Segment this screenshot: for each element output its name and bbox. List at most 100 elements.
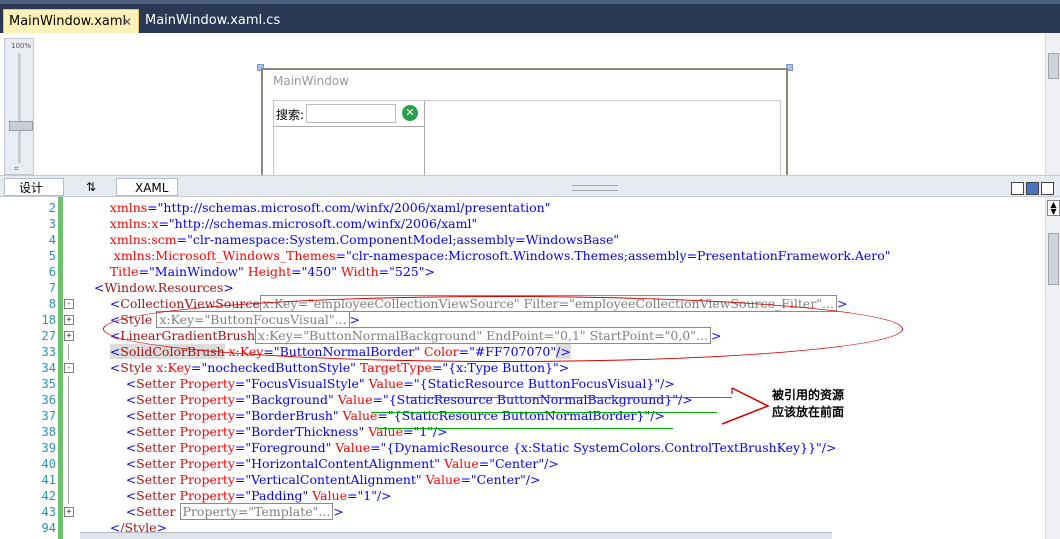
scrollbar-thumb[interactable]	[1048, 233, 1059, 285]
annotation-line-2: 应该放在前面	[772, 405, 845, 419]
tab-label: XAML	[135, 181, 169, 195]
outline-row	[64, 376, 78, 392]
expand-icon[interactable]: +	[64, 331, 74, 341]
code-line-2: xmlns="http://schemas.microsoft.com/winf…	[109, 200, 551, 215]
outline-row	[64, 216, 78, 232]
designer-vertical-scrollbar[interactable]	[1045, 33, 1060, 175]
outline-row	[64, 456, 78, 472]
line-number: 2	[48, 201, 56, 215]
collapse-icon[interactable]: -	[64, 299, 74, 309]
outline-row	[64, 248, 78, 264]
outline-row: -	[64, 296, 78, 312]
expand-icon[interactable]: +	[64, 507, 74, 517]
line-number: 35	[41, 377, 56, 391]
line-number: 8	[48, 297, 56, 311]
outline-row	[64, 232, 78, 248]
design-surface[interactable]: 100% ⌗ MainWindow 搜索: ✕	[0, 33, 1060, 175]
splitter-grip[interactable]	[572, 185, 618, 191]
zoom-level: 100%	[11, 42, 32, 50]
outline-row	[64, 408, 78, 424]
swap-panes-icon[interactable]: ⇅	[80, 178, 102, 196]
clear-icon[interactable]: ✕	[402, 105, 418, 121]
search-input[interactable]	[306, 104, 396, 123]
line-number: 94	[41, 521, 56, 535]
outline-row	[64, 264, 78, 280]
line-number-gutter: 2 3 4 5 6 7 8 18 27 33 34 35 36 37 38 39 40 41 42 43 94	[20, 200, 56, 536]
employee-list[interactable]	[274, 127, 425, 175]
code-line-36: <Setter Property="Background" Value="{St…	[125, 392, 693, 407]
outline-guide	[68, 456, 69, 472]
outlining-margin: - + + - +	[64, 200, 78, 536]
outline-row: -	[64, 360, 78, 376]
outline-row: +	[64, 328, 78, 344]
editor-horizontal-scrollbar[interactable]	[80, 532, 832, 539]
annotation-underline	[377, 428, 673, 429]
zoom-track	[18, 53, 21, 163]
collapsed-region[interactable]: Property="Template"...	[179, 503, 334, 520]
tab-mainwindow-xaml[interactable]: MainWindow.xaml ✕	[3, 9, 139, 33]
code-line-6: Title="MainWindow" Height="450" Width="5…	[109, 264, 435, 279]
line-number: 40	[41, 457, 56, 471]
code-lines[interactable]: xmlns="http://schemas.microsoft.com/winf…	[78, 200, 1042, 536]
code-line-4: xmlns:scm="clr-namespace:System.Componen…	[109, 232, 620, 247]
fit-to-screen-icon[interactable]: ⌗	[14, 164, 19, 174]
tab-mainwindow-xaml-cs[interactable]: MainWindow.xaml.cs	[145, 9, 305, 33]
outline-guide	[68, 424, 69, 440]
line-number: 41	[41, 473, 56, 487]
close-icon[interactable]: ✕	[122, 10, 132, 34]
outline-guide	[68, 376, 69, 392]
line-number: 39	[41, 441, 56, 455]
outline-row	[64, 424, 78, 440]
code-line-7: <Window.Resources>	[93, 280, 234, 295]
window-title: MainWindow	[273, 74, 349, 88]
line-number: 5	[48, 249, 56, 263]
collapse-icon[interactable]: -	[64, 363, 74, 373]
line-number: 4	[48, 233, 56, 247]
zoom-slider-thumb[interactable]	[9, 121, 33, 131]
code-line-34: <Style x:Key="nocheckedButtonStyle" Targ…	[109, 360, 570, 375]
tab-label: 设计	[19, 181, 44, 195]
document-tab-bar: MainWindow.xaml ✕ MainWindow.xaml.cs	[0, 0, 1060, 33]
vertical-split-icon[interactable]	[1011, 182, 1024, 195]
code-line-39: <Setter Property="Foreground" Value="{Dy…	[125, 440, 837, 455]
line-number: 34	[41, 361, 56, 375]
annotation-note: 被引用的资源 应该放在前面	[772, 387, 844, 421]
annotation-line-1: 被引用的资源	[772, 388, 845, 402]
horizontal-split-icon[interactable]	[1026, 182, 1039, 195]
tab-design[interactable]: 设计	[4, 178, 64, 196]
outline-row	[64, 392, 78, 408]
outline-guide	[68, 440, 69, 456]
collapse-pane-icon[interactable]	[1041, 182, 1054, 195]
code-line-37: <Setter Property="BorderBrush" Value="{S…	[125, 408, 665, 423]
editor-vertical-scrollbar[interactable]: ▲ ▼	[1045, 197, 1060, 539]
line-number: 6	[48, 265, 56, 279]
tab-label: MainWindow.xaml.cs	[145, 13, 281, 28]
outline-row	[64, 472, 78, 488]
code-line-42: <Setter Property="Padding" Value="1"/>	[125, 488, 392, 503]
outline-row: +	[64, 312, 78, 328]
zoom-control: 100% ⌗	[4, 38, 34, 175]
code-line-41: <Setter Property="VerticalContentAlignme…	[125, 472, 541, 487]
outline-row: +	[64, 504, 78, 520]
outline-guide	[68, 488, 69, 504]
line-number: 36	[41, 393, 56, 407]
outline-row	[64, 200, 78, 216]
change-tracking-bar	[58, 197, 63, 539]
outline-row	[64, 440, 78, 456]
outline-guide	[68, 472, 69, 488]
annotation-underline	[408, 397, 732, 398]
outline-guide	[68, 344, 69, 360]
expand-icon[interactable]: +	[64, 315, 74, 325]
line-number: 18	[41, 313, 56, 327]
scrollbar-thumb[interactable]	[1048, 53, 1059, 79]
tab-xaml[interactable]: XAML	[116, 178, 178, 196]
preview-window[interactable]: MainWindow 搜索: ✕	[261, 68, 788, 175]
line-number: 38	[41, 425, 56, 439]
tab-label: MainWindow.xaml	[9, 14, 127, 29]
annotation-underline	[371, 412, 717, 413]
editor-split-icon[interactable]: ▲ ▼	[1047, 200, 1060, 216]
tab-bar-border	[0, 0, 1060, 4]
outline-row	[64, 488, 78, 504]
line-number: 27	[41, 329, 56, 343]
xaml-editor[interactable]: 2 3 4 5 6 7 8 18 27 33 34 35 36 37 38 39 40 41 42 43 94 - + + -…	[0, 197, 1060, 539]
